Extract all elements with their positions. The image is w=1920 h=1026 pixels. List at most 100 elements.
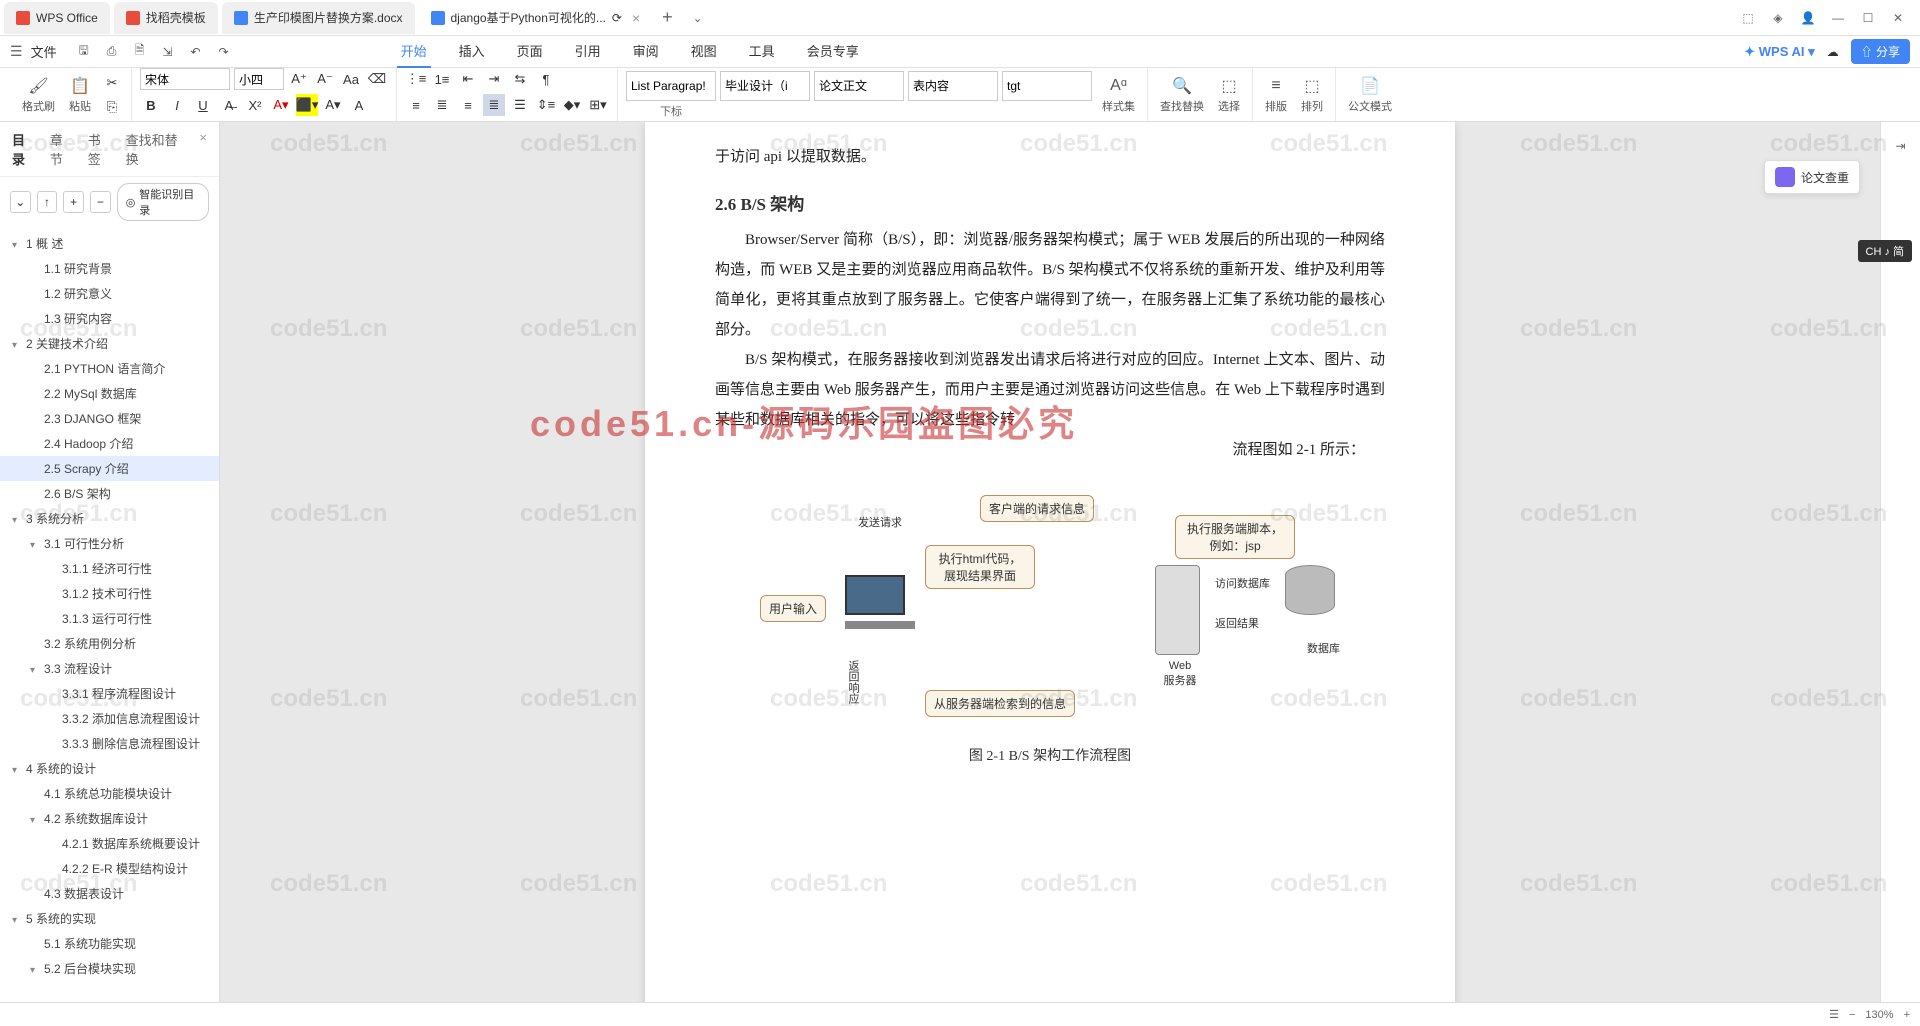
expand-all-button[interactable]: ⌄ bbox=[10, 191, 31, 213]
outline-item[interactable]: ▾3 系统分析 bbox=[0, 506, 219, 531]
change-case-icon[interactable]: Aa bbox=[340, 68, 362, 90]
file-menu[interactable]: 文件 bbox=[31, 42, 57, 61]
outline-item[interactable]: 2.3 DJANGO 框架 bbox=[0, 406, 219, 431]
close-icon[interactable]: × bbox=[632, 10, 640, 26]
sidebar-tab-find[interactable]: 查找和替换 bbox=[126, 130, 186, 168]
outline-item[interactable]: 2.1 PYTHON 语言简介 bbox=[0, 356, 219, 381]
style-box-1[interactable] bbox=[626, 71, 716, 101]
tab-doc1[interactable]: 生产印模图片替换方案.docx bbox=[222, 2, 415, 34]
menu-tab-reference[interactable]: 引用 bbox=[571, 35, 605, 68]
clear-format-icon[interactable]: ⌫ bbox=[366, 68, 388, 90]
print-icon[interactable]: ⎙ bbox=[103, 43, 121, 61]
move-up-button[interactable]: ↑ bbox=[37, 191, 58, 213]
cut-icon[interactable]: ✂ bbox=[101, 72, 123, 94]
save-icon[interactable]: 🖫 bbox=[75, 43, 93, 61]
outline-item[interactable]: 1.1 研究背景 bbox=[0, 256, 219, 281]
arrange-button[interactable]: ⬚排列 bbox=[1297, 74, 1327, 116]
collapse-icon[interactable]: ⬚ bbox=[1734, 4, 1762, 32]
menu-tab-page[interactable]: 页面 bbox=[513, 35, 547, 68]
font-size-select[interactable] bbox=[234, 68, 284, 90]
add-button[interactable]: + bbox=[63, 191, 84, 213]
document-area[interactable]: 于访问 api 以提取数据。 2.6 B/S 架构 Browser/Server… bbox=[220, 122, 1880, 1008]
outline-item[interactable]: ▾4.2 系统数据库设计 bbox=[0, 806, 219, 831]
smart-toc-button[interactable]: ◎ 智能识别目录 bbox=[117, 183, 209, 221]
outline-item[interactable]: 5.1 系统功能实现 bbox=[0, 931, 219, 956]
shading-icon[interactable]: A▾ bbox=[322, 94, 344, 116]
outline-item[interactable]: ▾5 系统的实现 bbox=[0, 906, 219, 931]
align-left-icon[interactable]: ≡ bbox=[405, 94, 427, 116]
para-shading-icon[interactable]: ◆▾ bbox=[561, 94, 583, 116]
gov-mode-button[interactable]: 📄公文模式 bbox=[1344, 74, 1396, 116]
distribute-icon[interactable]: ☰ bbox=[509, 94, 531, 116]
menu-tab-view[interactable]: 视图 bbox=[687, 35, 721, 68]
outline-item[interactable]: 4.1 系统总功能模块设计 bbox=[0, 781, 219, 806]
burger-icon[interactable]: ☰ bbox=[10, 43, 23, 60]
decrease-indent-icon[interactable]: ⇤ bbox=[457, 68, 479, 90]
menu-tab-tools[interactable]: 工具 bbox=[745, 35, 779, 68]
borders-icon[interactable]: ⊞▾ bbox=[587, 94, 609, 116]
decrease-font-icon[interactable]: A⁻ bbox=[314, 68, 336, 90]
italic-icon[interactable]: I bbox=[166, 94, 188, 116]
export-icon[interactable]: ⇲ bbox=[159, 43, 177, 61]
bullets-icon[interactable]: ⋮≡ bbox=[405, 68, 427, 90]
maximize-button[interactable]: ☐ bbox=[1854, 4, 1882, 32]
minimize-button[interactable]: — bbox=[1824, 4, 1852, 32]
underline-icon[interactable]: U bbox=[192, 94, 214, 116]
tab-icon[interactable]: ⇆ bbox=[509, 68, 531, 90]
outline-item[interactable]: 3.1.3 运行可行性 bbox=[0, 606, 219, 631]
outline-item[interactable]: 2.4 Hadoop 介绍 bbox=[0, 431, 219, 456]
new-tab-button[interactable]: + bbox=[652, 7, 683, 28]
select-button[interactable]: ⬚选择 bbox=[1214, 74, 1244, 116]
tab-doc2-active[interactable]: django基于Python可视化的...⟳× bbox=[419, 2, 653, 34]
style-box-2[interactable] bbox=[720, 71, 810, 101]
style-box-3[interactable] bbox=[814, 71, 904, 101]
increase-indent-icon[interactable]: ⇥ bbox=[483, 68, 505, 90]
outline-item[interactable]: 4.3 数据表设计 bbox=[0, 881, 219, 906]
bold-icon[interactable]: B bbox=[140, 94, 162, 116]
sort-button[interactable]: ≡排版 bbox=[1261, 74, 1291, 116]
zoom-in-icon[interactable]: + bbox=[1904, 1009, 1910, 1021]
menu-tab-member[interactable]: 会员专享 bbox=[803, 35, 863, 68]
outline-item[interactable]: 3.3.1 程序流程图设计 bbox=[0, 681, 219, 706]
zoom-out-icon[interactable]: − bbox=[1849, 1009, 1855, 1021]
print-preview-icon[interactable]: 🗎 bbox=[131, 43, 149, 61]
numbering-icon[interactable]: 1≡ bbox=[431, 68, 453, 90]
outline-item[interactable]: 3.3.3 删除信息流程图设计 bbox=[0, 731, 219, 756]
tab-wps-office[interactable]: WPS Office bbox=[4, 2, 110, 34]
undo-icon[interactable]: ↶ bbox=[187, 43, 205, 61]
align-right-icon[interactable]: ≡ bbox=[457, 94, 479, 116]
superscript-icon[interactable]: X² bbox=[244, 94, 266, 116]
style-set-button[interactable]: Aᵅ样式集 bbox=[1098, 74, 1139, 116]
outline-item[interactable]: 3.1.2 技术可行性 bbox=[0, 581, 219, 606]
sidebar-tab-chapter[interactable]: 章节 bbox=[50, 130, 74, 168]
outline-item[interactable]: 4.2.2 E-R 模型结构设计 bbox=[0, 856, 219, 881]
character-border-icon[interactable]: A bbox=[348, 94, 370, 116]
outline-item[interactable]: 3.1.1 经济可行性 bbox=[0, 556, 219, 581]
sidebar-tab-toc[interactable]: 目录 bbox=[12, 130, 36, 168]
outline-item[interactable]: 2.6 B/S 架构 bbox=[0, 481, 219, 506]
outline-item[interactable]: ▾2 关键技术介绍 bbox=[0, 331, 219, 356]
outline-item[interactable]: 3.3.2 添加信息流程图设计 bbox=[0, 706, 219, 731]
tab-template[interactable]: 找稻壳模板 bbox=[114, 2, 218, 34]
font-color-icon[interactable]: A▾ bbox=[270, 94, 292, 116]
style-box-4[interactable] bbox=[908, 71, 998, 101]
outline-item[interactable]: 1.2 研究意义 bbox=[0, 281, 219, 306]
outline-item[interactable]: 2.5 Scrapy 介绍 bbox=[0, 456, 219, 481]
line-spacing-icon[interactable]: ⇕≡ bbox=[535, 94, 557, 116]
avatar-icon[interactable]: 👤 bbox=[1794, 4, 1822, 32]
outline-item[interactable]: 3.2 系统用例分析 bbox=[0, 631, 219, 656]
paste-button[interactable]: 📋粘贴 bbox=[65, 74, 95, 116]
align-center-icon[interactable]: ≣ bbox=[431, 94, 453, 116]
tab-dropdown-icon[interactable]: ⌄ bbox=[683, 11, 713, 25]
wps-ai-button[interactable]: ✦ WPS AI ▾ bbox=[1744, 44, 1814, 60]
sidebar-close-icon[interactable]: × bbox=[199, 130, 207, 168]
menu-tab-insert[interactable]: 插入 bbox=[455, 35, 489, 68]
view-mode-icon[interactable]: ☰ bbox=[1829, 1008, 1839, 1021]
show-marks-icon[interactable]: ¶ bbox=[535, 68, 557, 90]
outline-item[interactable]: 2.2 MySql 数据库 bbox=[0, 381, 219, 406]
font-name-select[interactable] bbox=[140, 68, 230, 90]
copy-icon[interactable]: ⎘ bbox=[101, 96, 123, 118]
style-box-5[interactable] bbox=[1002, 71, 1092, 101]
cube-icon[interactable]: ◈ bbox=[1764, 4, 1792, 32]
share-button[interactable]: ⇧ 分享 bbox=[1851, 39, 1910, 64]
